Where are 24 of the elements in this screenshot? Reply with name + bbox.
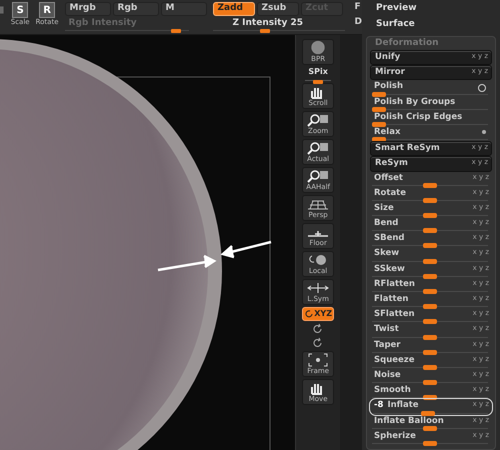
magnifier-icon bbox=[307, 113, 330, 127]
z-intensity-slider[interactable]: Z Intensity 25 bbox=[212, 18, 345, 31]
color-mode-button[interactable]: Mrgb bbox=[64, 2, 111, 16]
magnifier-icon bbox=[307, 141, 330, 155]
deformation-slider[interactable]: Polish Crisp Edges bbox=[370, 110, 492, 126]
z-mode-button[interactable]: Zadd bbox=[212, 2, 255, 16]
dot-icon[interactable] bbox=[482, 130, 486, 134]
ring-icon[interactable] bbox=[478, 84, 486, 92]
symmetry-icon bbox=[307, 281, 330, 295]
palette-header[interactable]: Surface bbox=[362, 16, 500, 32]
rotate-icon bbox=[304, 310, 314, 318]
rotate-icon[interactable] bbox=[312, 337, 324, 349]
menu-label[interactable]: D bbox=[354, 17, 362, 30]
deformation-slider[interactable]: Polish bbox=[370, 80, 492, 96]
frame-icon bbox=[307, 353, 330, 367]
color-mode-button[interactable]: M bbox=[160, 2, 207, 16]
magnifier-icon bbox=[307, 169, 330, 183]
z-mode-button[interactable]: Zsub bbox=[256, 2, 299, 16]
rotate-icon[interactable] bbox=[312, 323, 324, 335]
color-mode-button[interactable]: Rgb bbox=[112, 2, 159, 16]
deformation-slider[interactable]: Polish By Groups bbox=[370, 96, 492, 111]
xyz-button[interactable]: XYZ bbox=[302, 307, 334, 321]
menu-label[interactable]: F bbox=[354, 2, 362, 15]
palette-header[interactable]: Preview bbox=[362, 0, 500, 16]
